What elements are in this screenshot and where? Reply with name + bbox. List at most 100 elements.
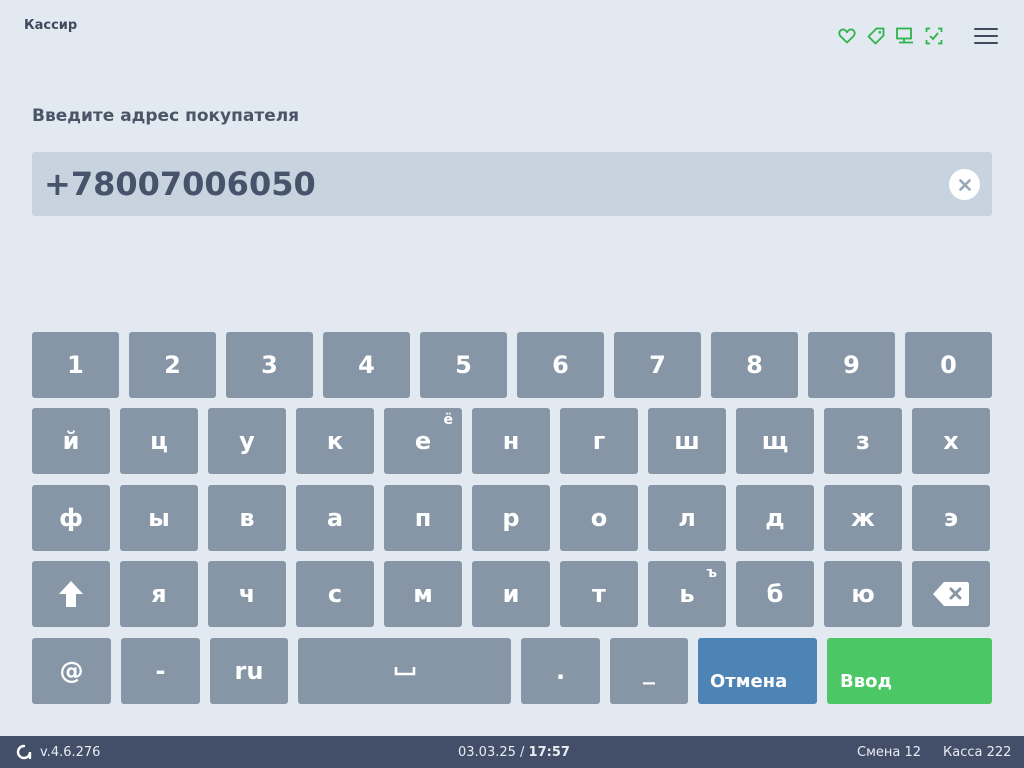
key-letter[interactable]: м	[384, 561, 462, 627]
key-language[interactable]: ru	[210, 638, 288, 704]
keyboard-row-bottom: @ - ru . _ Отмена Ввод	[32, 638, 992, 704]
key-digit-6[interactable]: 6	[517, 332, 604, 398]
key-letter[interactable]: ж	[824, 485, 902, 551]
heart-icon[interactable]	[837, 26, 857, 46]
key-letter-label: ц	[150, 427, 168, 455]
key-digit-7-label: 7	[649, 351, 666, 379]
key-digit-5[interactable]: 5	[420, 332, 507, 398]
tag-icon[interactable]	[866, 26, 886, 46]
key-letter[interactable]: ьъ	[648, 561, 726, 627]
key-digit-2-label: 2	[164, 351, 181, 379]
key-letter-label: й	[62, 427, 80, 455]
key-letter[interactable]: я	[120, 561, 198, 627]
key-letter[interactable]: й	[32, 408, 110, 474]
key-letter-label: ф	[59, 504, 83, 532]
key-letter[interactable]: н	[472, 408, 550, 474]
key-letter[interactable]: х	[912, 408, 990, 474]
key-dash[interactable]: -	[121, 638, 200, 704]
key-letter[interactable]: ч	[208, 561, 286, 627]
clear-input-button[interactable]	[949, 169, 980, 200]
key-digit-0[interactable]: 0	[905, 332, 992, 398]
key-letter-label: х	[943, 427, 959, 455]
key-letter-label: щ	[761, 427, 789, 455]
key-underscore[interactable]: _	[610, 638, 688, 704]
key-letter[interactable]: т	[560, 561, 638, 627]
key-letter-label: е	[414, 427, 432, 455]
key-letter[interactable]: п	[384, 485, 462, 551]
key-letter-label: к	[326, 427, 344, 455]
monitor-icon[interactable]	[895, 26, 915, 46]
key-digit-1-label: 1	[67, 351, 84, 379]
key-letter[interactable]: щ	[736, 408, 814, 474]
key-letter[interactable]: у	[208, 408, 286, 474]
menu-line	[974, 35, 998, 37]
time-text: 17:57	[528, 744, 570, 760]
key-letter-label: с	[327, 580, 343, 608]
key-letter[interactable]: о	[560, 485, 638, 551]
key-digit-4[interactable]: 4	[323, 332, 410, 398]
address-input-value[interactable]: +78007006050	[44, 165, 316, 203]
register-number: Касса 222	[943, 744, 1012, 760]
key-letter-label: т	[592, 580, 606, 608]
key-letter[interactable]: ц	[120, 408, 198, 474]
key-letter[interactable]: и	[472, 561, 550, 627]
key-letter-label: у	[239, 427, 255, 455]
key-letter[interactable]: р	[472, 485, 550, 551]
shift-arrow-icon	[59, 581, 83, 607]
key-letter[interactable]: л	[648, 485, 726, 551]
key-letter-label: д	[765, 504, 785, 532]
key-letter-label: а	[326, 504, 344, 532]
key-digit-7[interactable]: 7	[614, 332, 701, 398]
key-dot[interactable]: .	[521, 638, 600, 704]
version-info: v.4.6.276	[16, 744, 100, 760]
key-letter-label: ю	[851, 580, 875, 608]
backspace-key[interactable]	[912, 561, 990, 627]
key-letter-label: г	[592, 427, 606, 455]
key-letter[interactable]: ш	[648, 408, 726, 474]
status-bar: v.4.6.276 03.03.25 / 17:57 Смена 12 Касс…	[0, 736, 1024, 768]
key-letter[interactable]: з	[824, 408, 902, 474]
key-letter-label: я	[151, 580, 167, 608]
address-input-field[interactable]: +78007006050	[32, 152, 992, 216]
key-digit-0-label: 0	[940, 351, 957, 379]
cancel-button[interactable]: Отмена	[698, 638, 817, 704]
key-digit-9[interactable]: 9	[808, 332, 895, 398]
key-letter[interactable]: э	[912, 485, 990, 551]
key-digit-2[interactable]: 2	[129, 332, 216, 398]
key-digit-6-label: 6	[552, 351, 569, 379]
key-letter-label: в	[239, 504, 255, 532]
space-icon	[394, 667, 415, 676]
key-letter[interactable]: к	[296, 408, 374, 474]
key-digit-5-label: 5	[455, 351, 472, 379]
scan-check-icon[interactable]	[924, 26, 944, 46]
key-letter[interactable]: её	[384, 408, 462, 474]
key-letter-label: р	[502, 504, 520, 532]
close-icon	[958, 178, 971, 191]
key-letter-alt-label: ъ	[706, 565, 717, 581]
key-letter-label: и	[502, 580, 520, 608]
hamburger-menu-button[interactable]	[974, 24, 998, 48]
key-letter[interactable]: с	[296, 561, 374, 627]
key-digit-3[interactable]: 3	[226, 332, 313, 398]
enter-button[interactable]: Ввод	[827, 638, 992, 704]
key-at[interactable]: @	[32, 638, 111, 704]
key-letter[interactable]: ф	[32, 485, 110, 551]
key-letter-label: ь	[679, 580, 695, 608]
key-letter[interactable]: г	[560, 408, 638, 474]
key-digit-8[interactable]: 8	[711, 332, 798, 398]
backspace-icon	[933, 582, 969, 606]
key-letter[interactable]: в	[208, 485, 286, 551]
key-space[interactable]	[298, 638, 511, 704]
shift-number: Смена 12	[857, 744, 922, 760]
key-letter[interactable]: б	[736, 561, 814, 627]
key-letter-label: б	[766, 580, 784, 608]
key-letter[interactable]: а	[296, 485, 374, 551]
key-digit-1[interactable]: 1	[32, 332, 119, 398]
key-digit-8-label: 8	[746, 351, 763, 379]
header-title: Кассир	[24, 18, 78, 33]
shift-key[interactable]	[32, 561, 110, 627]
key-letter[interactable]: ю	[824, 561, 902, 627]
key-letter[interactable]: ы	[120, 485, 198, 551]
key-letter-label: ж	[851, 504, 875, 532]
key-letter[interactable]: д	[736, 485, 814, 551]
